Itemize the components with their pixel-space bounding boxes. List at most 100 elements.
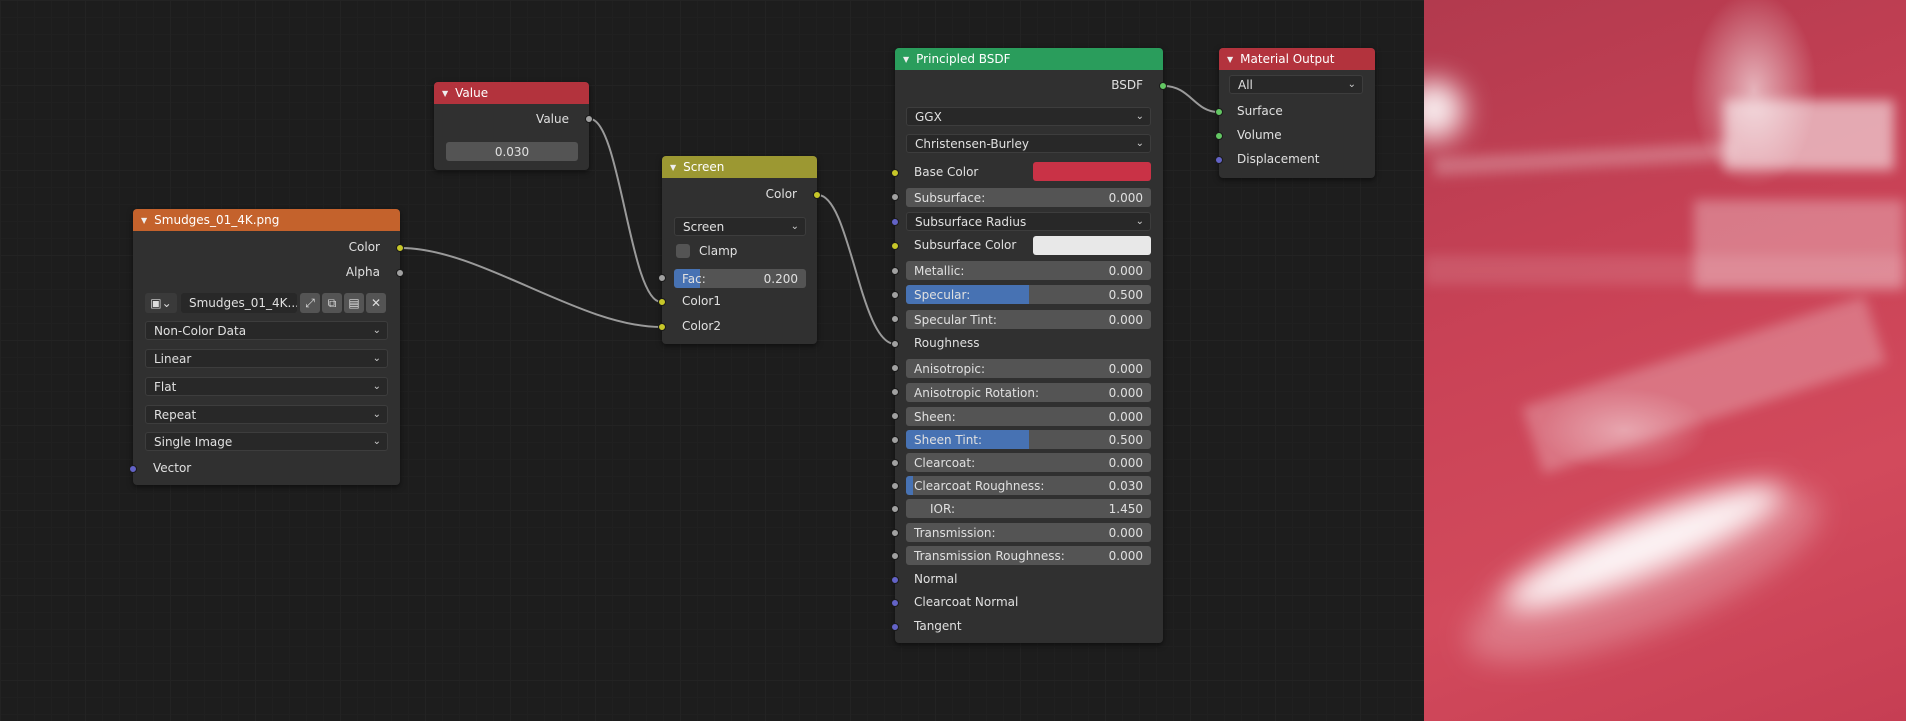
- interpolation-select[interactable]: Linear ⌄: [145, 349, 388, 368]
- chevron-down-icon: ⌄: [1135, 216, 1144, 227]
- subsurface-method-select[interactable]: Christensen-Burley ⌄: [906, 134, 1151, 153]
- projection-select[interactable]: Flat ⌄: [145, 377, 388, 396]
- volume-socket[interactable]: [1215, 132, 1223, 140]
- anisotropic-rotation-socket[interactable]: [891, 388, 899, 396]
- distribution-select[interactable]: GGX ⌄: [906, 107, 1151, 126]
- image-name-field[interactable]: Smudges_01_4K...: [181, 293, 297, 313]
- principled-bsdf-node[interactable]: ▼ Principled BSDF BSDF GGX ⌄ Christensen-…: [891, 48, 1167, 643]
- fac-input-socket[interactable]: [658, 274, 666, 282]
- image-browse-icon[interactable]: ▣⌄: [145, 293, 177, 313]
- duplicate-icon[interactable]: ⧉: [322, 293, 342, 313]
- clamp-checkbox[interactable]: [676, 244, 690, 258]
- render-viewport[interactable]: [1424, 0, 1906, 721]
- displacement-socket[interactable]: [1215, 156, 1223, 164]
- clearcoat-socket[interactable]: [891, 459, 899, 467]
- roughness-label: Roughness: [914, 336, 980, 350]
- blend-mode-select[interactable]: Screen ⌄: [674, 217, 806, 236]
- color1-input-socket[interactable]: [658, 298, 666, 306]
- subsurface-color-socket[interactable]: [891, 242, 899, 250]
- ior-socket[interactable]: [891, 505, 899, 513]
- anisotropic-rotation-slider[interactable]: Anisotropic Rotation: 0.000: [906, 383, 1151, 402]
- subsurface-slider[interactable]: Subsurface: 0.000: [906, 188, 1151, 207]
- clearcoat-normal-socket[interactable]: [891, 599, 899, 607]
- clearcoat-slider[interactable]: Clearcoat: 0.000: [906, 453, 1151, 472]
- specular-tint-socket[interactable]: [891, 315, 899, 323]
- normal-socket[interactable]: [891, 576, 899, 584]
- clearcoat-roughness-slider-fill: [906, 476, 914, 495]
- collapse-triangle-icon[interactable]: ▼: [1227, 55, 1233, 64]
- chevron-down-icon: ⌄: [790, 221, 799, 232]
- subsurface-socket[interactable]: [891, 193, 899, 201]
- specular-tint-slider[interactable]: Specular Tint: 0.000: [906, 310, 1151, 329]
- metallic-slider[interactable]: Metallic: 0.000: [906, 261, 1151, 280]
- extension-select[interactable]: Repeat ⌄: [145, 405, 388, 424]
- bsdf-node-header[interactable]: ▼ Principled BSDF: [895, 48, 1163, 70]
- surface-socket[interactable]: [1215, 108, 1223, 116]
- close-icon[interactable]: ✕: [366, 293, 386, 313]
- source-select[interactable]: Single Image ⌄: [145, 432, 388, 451]
- image-alpha-output-socket[interactable]: [396, 269, 404, 277]
- chevron-down-icon: ⌄: [1135, 138, 1144, 149]
- screen-node-header[interactable]: ▼ Screen: [662, 156, 817, 178]
- metallic-socket[interactable]: [891, 267, 899, 275]
- image-node-header[interactable]: ▼ Smudges_01_4K.png: [133, 209, 400, 231]
- anisotropic-slider[interactable]: Anisotropic: 0.000: [906, 359, 1151, 378]
- subsurface-color-label: Subsurface Color: [914, 238, 1017, 252]
- value-node-title: Value: [455, 86, 489, 100]
- link-bsdf-to-surface: [1163, 85, 1219, 113]
- screen-mix-node[interactable]: ▼ Screen Color Screen ⌄ Clamp Fac: 0.200 …: [658, 156, 821, 344]
- tangent-socket[interactable]: [891, 623, 899, 631]
- base-color-socket[interactable]: [891, 169, 899, 177]
- value-node[interactable]: ▼ Value Value 0.030: [434, 82, 593, 170]
- transmission-roughness-socket[interactable]: [891, 552, 899, 560]
- fake-user-icon[interactable]: ⤢: [300, 293, 320, 313]
- value-node-header[interactable]: ▼ Value: [434, 82, 589, 104]
- output-node-header[interactable]: ▼ Material Output: [1219, 48, 1375, 70]
- target-select[interactable]: All ⌄: [1229, 75, 1363, 94]
- specular-slider[interactable]: Specular: 0.500: [906, 285, 1151, 304]
- anisotropic-socket[interactable]: [891, 364, 899, 372]
- ior-slider[interactable]: IOR: 1.450: [906, 499, 1151, 518]
- highlight-top-left: [1424, 80, 1464, 140]
- vector-input-socket[interactable]: [129, 465, 137, 473]
- image-texture-node[interactable]: ▼ Smudges_01_4K.png Color Alpha ▣⌄ Smudg…: [129, 209, 404, 485]
- sheen-socket[interactable]: [891, 412, 899, 420]
- color2-input-socket[interactable]: [658, 323, 666, 331]
- clearcoat-roughness-slider[interactable]: Clearcoat Roughness: 0.030: [906, 476, 1151, 495]
- image-alpha-output-label: Alpha: [345, 265, 380, 279]
- collapse-triangle-icon[interactable]: ▼: [442, 89, 448, 98]
- specular-socket[interactable]: [891, 291, 899, 299]
- transmission-slider[interactable]: Transmission: 0.000: [906, 523, 1151, 542]
- collapse-triangle-icon[interactable]: ▼: [903, 55, 909, 64]
- screen-color-output-socket[interactable]: [813, 191, 821, 199]
- floor-highlight-soft: [1447, 452, 1841, 698]
- transmission-roughness-slider[interactable]: Transmission Roughness: 0.000: [906, 546, 1151, 565]
- image-node-title: Smudges_01_4K.png: [154, 213, 280, 227]
- value-field[interactable]: 0.030: [446, 142, 578, 161]
- sheen-slider[interactable]: Sheen: 0.000: [906, 407, 1151, 426]
- color-space-select[interactable]: Non-Color Data ⌄: [145, 321, 388, 340]
- subsurface-radius-socket[interactable]: [891, 218, 899, 226]
- bsdf-output-socket[interactable]: [1159, 82, 1167, 90]
- reflection-band-mid: [1424, 255, 1906, 285]
- node-editor[interactable]: ▼ Value Value 0.030 ▼ Smudges_01_4K.png …: [0, 0, 1424, 721]
- collapse-triangle-icon[interactable]: ▼: [670, 163, 676, 172]
- roughness-socket[interactable]: [891, 340, 899, 348]
- open-folder-icon[interactable]: ▤: [344, 293, 364, 313]
- subsurface-color-swatch[interactable]: [1033, 236, 1151, 255]
- fac-slider[interactable]: Fac: 0.200: [674, 269, 806, 288]
- chevron-down-icon: ⌄: [372, 353, 381, 364]
- base-color-swatch[interactable]: [1033, 162, 1151, 181]
- collapse-triangle-icon[interactable]: ▼: [141, 216, 147, 225]
- bsdf-node-title: Principled BSDF: [916, 52, 1011, 66]
- sheen-tint-socket[interactable]: [891, 436, 899, 444]
- normal-label: Normal: [914, 572, 958, 586]
- clearcoat-roughness-socket[interactable]: [891, 482, 899, 490]
- value-output-socket[interactable]: [585, 115, 593, 123]
- material-output-node[interactable]: ▼ Material Output All ⌄ Surface Volume Di…: [1215, 48, 1375, 178]
- image-color-output-socket[interactable]: [396, 244, 404, 252]
- sheen-tint-slider[interactable]: Sheen Tint: 0.500: [906, 430, 1151, 449]
- subsurface-radius-select[interactable]: Subsurface Radius ⌄: [906, 212, 1151, 231]
- transmission-socket[interactable]: [891, 529, 899, 537]
- chevron-down-icon: ⌄: [372, 409, 381, 420]
